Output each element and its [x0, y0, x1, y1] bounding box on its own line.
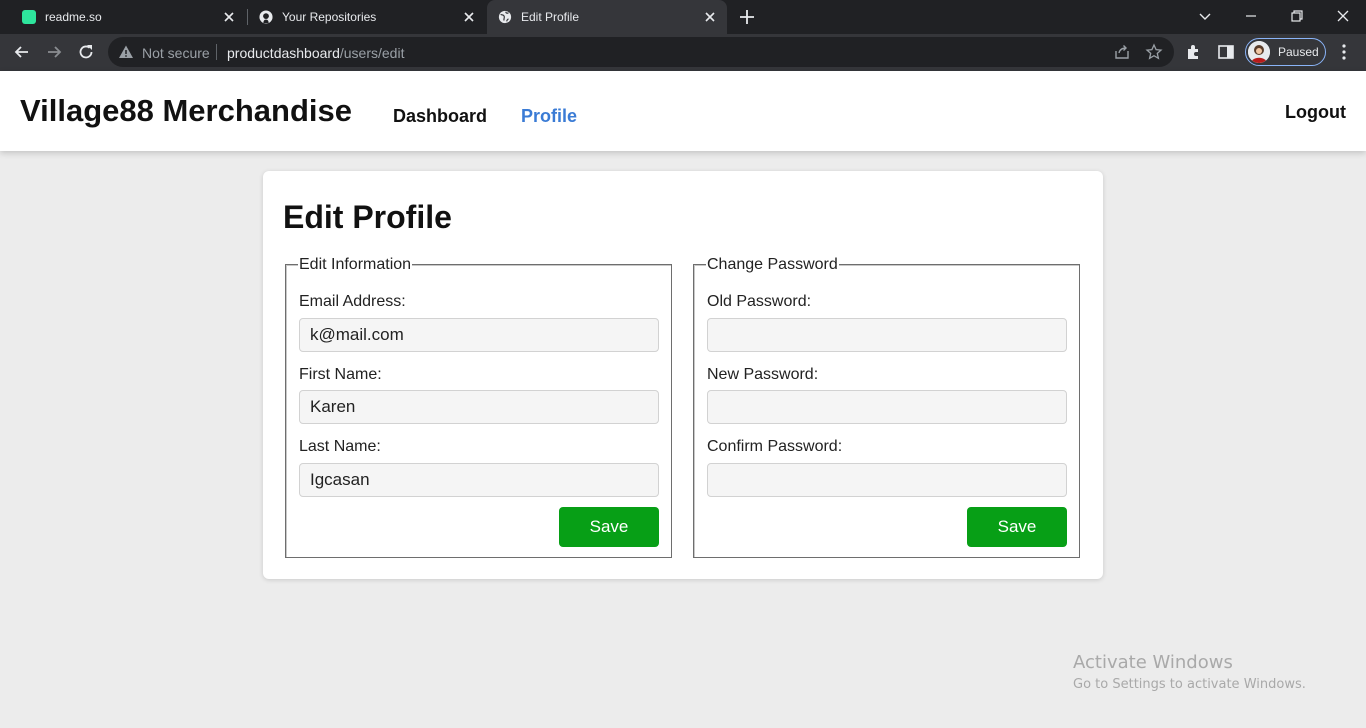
activate-windows-title: Activate Windows: [1073, 652, 1233, 673]
minimize-icon[interactable]: [1240, 5, 1262, 27]
old-password-label: Old Password:: [707, 293, 812, 310]
bookmark-star-icon[interactable]: [1145, 43, 1163, 61]
close-tab-icon[interactable]: [221, 9, 237, 25]
browser-toolbar: Not secure productdashboard/users/edit P…: [0, 34, 1366, 71]
first-name-label: First Name:: [299, 366, 382, 383]
address-bar[interactable]: Not secure productdashboard/users/edit: [108, 37, 1174, 67]
warning-icon[interactable]: [118, 44, 134, 60]
globe-icon: [498, 10, 512, 24]
confirm-password-field[interactable]: [707, 463, 1067, 497]
first-name-field[interactable]: [299, 390, 659, 424]
avatar: [1248, 41, 1270, 63]
side-panel-icon[interactable]: [1216, 42, 1236, 62]
tab-title: Your Repositories: [282, 10, 377, 24]
page-title: Edit Profile: [283, 199, 452, 235]
forward-icon[interactable]: [44, 42, 64, 62]
browser-tab-strip: readme.so Your Repositories Edit Profile: [0, 0, 1366, 34]
tab-edit-profile[interactable]: Edit Profile: [487, 0, 727, 34]
confirm-password-label: Confirm Password:: [707, 438, 843, 455]
close-window-icon[interactable]: [1332, 5, 1354, 27]
tab-title: readme.so: [45, 10, 102, 24]
url-text[interactable]: productdashboard/users/edit: [227, 45, 404, 61]
github-icon: [259, 10, 273, 24]
close-tab-icon[interactable]: [461, 9, 477, 25]
tab-readme[interactable]: readme.so: [0, 0, 246, 34]
new-password-field[interactable]: [707, 390, 1067, 424]
edit-profile-card: Edit Profile Edit Information Email Addr…: [263, 171, 1103, 579]
activate-windows-subtitle: Go to Settings to activate Windows.: [1073, 677, 1306, 692]
profile-status-label: Paused: [1278, 45, 1319, 59]
tab-repositories[interactable]: Your Repositories: [248, 0, 486, 34]
last-name-field[interactable]: [299, 463, 659, 497]
site-header: Village88 Merchandise Dashboard Profile …: [0, 71, 1366, 151]
email-label: Email Address:: [299, 293, 406, 310]
save-information-button[interactable]: Save: [559, 507, 659, 547]
last-name-label: Last Name:: [299, 438, 381, 455]
new-password-label: New Password:: [707, 366, 819, 383]
change-password-fieldset: Change Password Old Password: New Passwo…: [693, 256, 1080, 558]
share-icon[interactable]: [1113, 43, 1131, 61]
profile-paused-button[interactable]: Paused: [1245, 38, 1326, 66]
extensions-puzzle-icon[interactable]: [1184, 42, 1204, 62]
tab-title: Edit Profile: [521, 10, 580, 24]
address-divider: [216, 44, 217, 60]
tab-search-chevron-icon[interactable]: [1194, 5, 1216, 27]
nav-profile-link[interactable]: Profile: [521, 106, 577, 127]
brand-title[interactable]: Village88 Merchandise: [20, 93, 352, 129]
save-password-button[interactable]: Save: [967, 507, 1067, 547]
edit-information-fieldset: Edit Information Email Address: First Na…: [285, 256, 672, 558]
nav-dashboard-link[interactable]: Dashboard: [393, 106, 487, 127]
more-menu-icon[interactable]: [1334, 42, 1354, 62]
email-field[interactable]: [299, 318, 659, 352]
logout-link[interactable]: Logout: [1285, 102, 1346, 123]
new-tab-icon[interactable]: [737, 7, 757, 27]
restore-icon[interactable]: [1286, 5, 1308, 27]
back-icon[interactable]: [12, 42, 32, 62]
reload-icon[interactable]: [76, 42, 96, 62]
security-label[interactable]: Not secure: [142, 45, 210, 61]
change-password-legend: Change Password: [706, 256, 839, 274]
old-password-field[interactable]: [707, 318, 1067, 352]
readme-icon: [22, 10, 36, 24]
url-host: productdashboard: [227, 45, 340, 61]
edit-information-legend: Edit Information: [298, 256, 413, 274]
url-path: /users/edit: [339, 45, 405, 61]
close-tab-icon[interactable]: [702, 9, 718, 25]
